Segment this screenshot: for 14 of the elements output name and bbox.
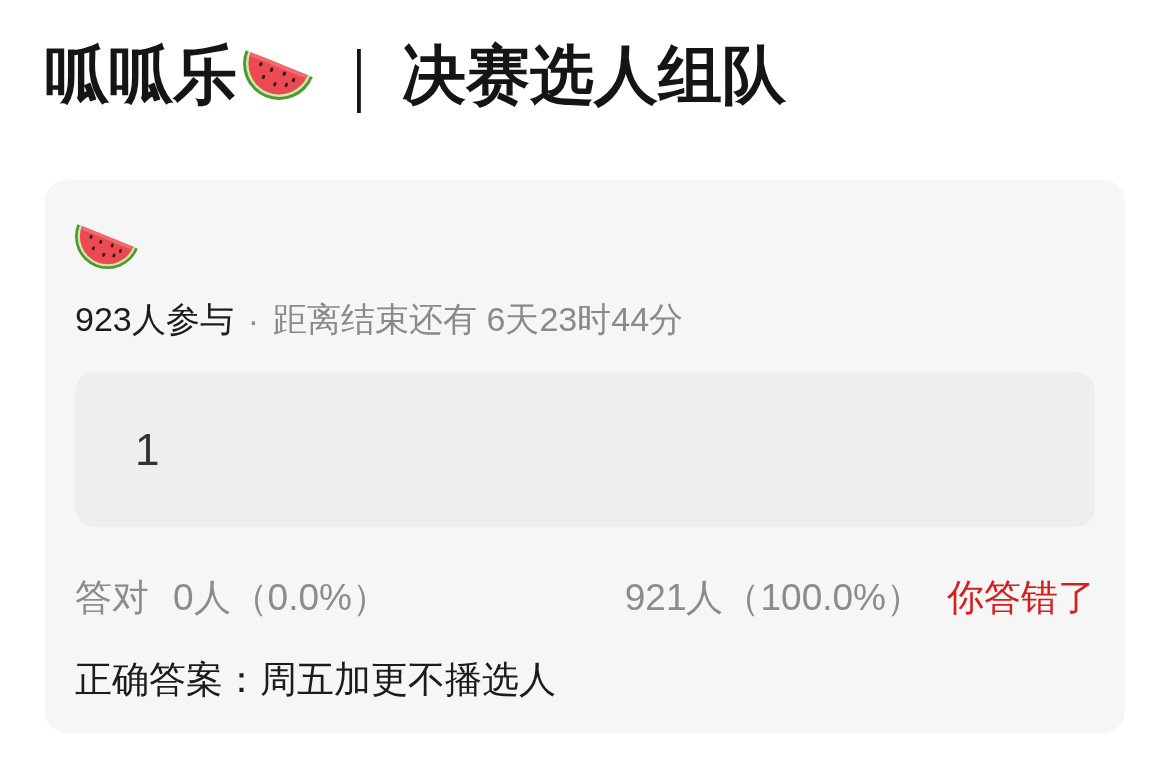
participant-count: 923人参与 xyxy=(75,299,234,340)
countdown-text: 距离结束还有 6天23时44分 xyxy=(273,299,684,340)
correct-label: 答对 xyxy=(75,576,149,620)
answer-box: 1 xyxy=(75,372,1095,527)
page-subtitle: 决赛选人组队 xyxy=(402,38,786,113)
answer-count: 921人（100.0%） xyxy=(624,576,923,620)
result-text: 你答错了 xyxy=(947,576,1095,620)
watermelon-icon xyxy=(243,49,313,101)
title-separator: ｜ xyxy=(327,38,390,115)
page-title: 呱呱乐 xyxy=(45,38,237,113)
watermelon-icon xyxy=(75,224,138,270)
correct-answer-text: 正确答案：周五加更不播选人 xyxy=(75,658,557,702)
correct-count: 0人（0.0%） xyxy=(173,576,389,620)
separator-dot: · xyxy=(247,300,260,340)
